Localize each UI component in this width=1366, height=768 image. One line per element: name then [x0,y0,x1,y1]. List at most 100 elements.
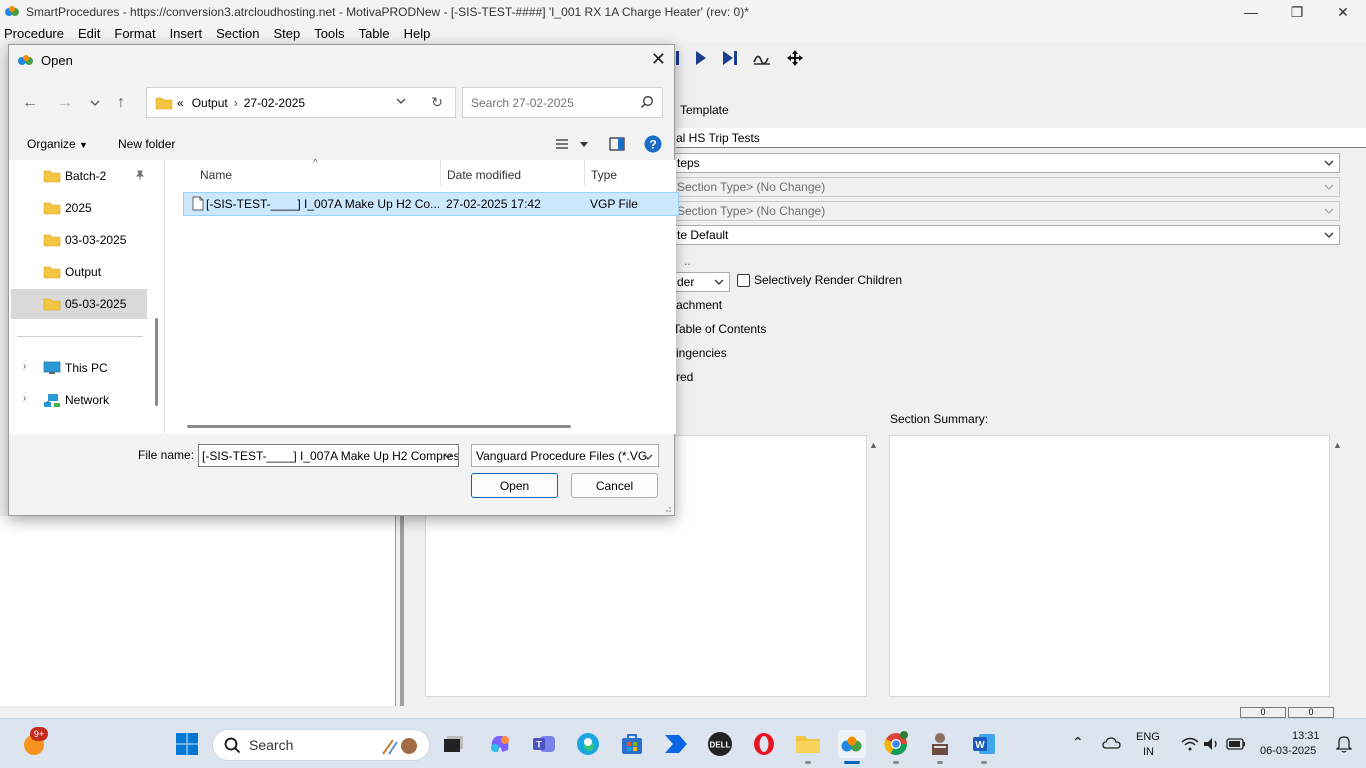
nav-item-2025[interactable]: 2025 [11,193,147,223]
menu-procedure[interactable]: Procedure [4,26,64,41]
column-header-date-modified[interactable]: Date modified [447,168,521,182]
notification-bell-icon[interactable] [1332,730,1356,758]
word-icon[interactable]: W [970,730,998,758]
file-row[interactable]: [-SIS-TEST-____] I_007A Make Up H2 Co...… [183,192,679,216]
menu-tools[interactable]: Tools [314,26,344,41]
render-combo[interactable]: der [672,272,730,292]
section-step-combo[interactable]: teps [672,153,1340,173]
maximize-button[interactable]: ❐ [1274,0,1320,24]
menu-section[interactable]: Section [216,26,259,41]
teams-icon[interactable]: T [530,730,558,758]
scroll-up-arrow-icon[interactable]: ▲ [1333,440,1342,450]
copilot-icon[interactable] [486,730,514,758]
section-title-field[interactable]: al HS Trip Tests [676,128,1366,148]
menu-insert[interactable]: Insert [170,26,203,41]
recent-locations-chevron-icon[interactable] [89,98,101,108]
file-list-pane[interactable]: ^ Name Date modified Type [-SIS-TEST-___… [164,158,679,434]
new-folder-button[interactable]: New folder [118,137,175,151]
ellipsis-button[interactable]: .. [684,254,691,268]
back-arrow-icon[interactable]: ← [22,94,38,112]
expand-chevron-icon[interactable]: › [23,393,26,404]
navigation-pane: Batch-2 2025 03-03-2025 Output 05-03-202… [9,160,164,434]
opera-icon[interactable] [750,730,778,758]
scroll-up-arrow-icon[interactable]: ▲ [869,440,878,450]
menu-table[interactable]: Table [359,26,390,41]
address-dropdown-chevron-icon[interactable] [395,95,407,107]
file-list-horizontal-scrollbar[interactable] [187,425,571,428]
procedure-tree-pane[interactable] [0,516,396,706]
expand-chevron-icon[interactable]: › [23,361,26,372]
selectively-render-checkbox[interactable] [737,274,750,287]
taskbar-search-box[interactable]: Search [212,729,430,761]
smartprocedures-taskbar-icon[interactable] [838,730,866,758]
organize-button[interactable]: Organize ▼ [27,137,88,151]
column-divider[interactable] [584,160,585,186]
template-default-combo[interactable]: te Default [672,225,1340,245]
file-name-input[interactable] [198,444,459,467]
chrome-icon[interactable] [882,730,910,758]
minimize-button[interactable]: — [1228,0,1274,24]
section-summary-pane[interactable] [889,435,1330,697]
open-button[interactable]: Open [471,473,558,498]
help-icon[interactable]: ? [644,135,662,153]
nav-item-batch-2[interactable]: Batch-2 [11,161,147,191]
nav-item-network[interactable]: › Network [11,385,147,415]
resize-grip-icon[interactable] [663,504,671,512]
cancel-button[interactable]: Cancel [571,473,658,498]
next-icon[interactable] [694,50,708,66]
up-arrow-icon[interactable]: ↑ [117,94,125,112]
move-icon[interactable] [786,49,804,67]
menu-step[interactable]: Step [273,26,300,41]
menu-format[interactable]: Format [114,26,155,41]
status-counter-2: 0 [1288,707,1334,718]
language-indicator-line2[interactable]: IN [1143,746,1154,758]
onedrive-sync-icon[interactable] [1098,730,1126,758]
clock-date[interactable]: 06-03-2025 [1260,745,1316,757]
nav-item-this-pc[interactable]: › This PC [11,353,147,383]
column-divider[interactable] [440,160,441,186]
search-input[interactable] [471,95,631,110]
task-view-icon[interactable] [440,730,468,758]
last-icon[interactable] [722,50,738,66]
nav-item-05-03-2025[interactable]: 05-03-2025 [11,289,147,319]
column-header-name[interactable]: Name [200,168,232,182]
edge-icon[interactable] [574,730,602,758]
close-window-button[interactable]: ✕ [1320,0,1366,24]
refresh-icon[interactable]: ↻ [431,94,443,111]
file-name-history-chevron-icon[interactable] [442,450,454,462]
search-box[interactable] [462,87,663,118]
section-subtype-combo: Section Type> (No Change) [672,201,1340,221]
power-automate-icon[interactable] [662,730,690,758]
section-summary-label: Section Summary: [890,412,989,426]
menu-edit[interactable]: Edit [78,26,100,41]
view-options-button[interactable] [555,137,589,154]
breadcrumb-output[interactable]: Output [192,96,228,110]
app-tray-icon[interactable] [926,730,954,758]
clock-time[interactable]: 13:31 [1292,730,1320,742]
column-header-type[interactable]: Type [591,168,617,182]
start-button[interactable] [173,730,201,758]
nav-item-output[interactable]: Output [11,257,147,287]
tray-overflow-chevron-icon[interactable]: ⌃ [1072,734,1084,751]
microsoft-store-icon[interactable] [618,730,646,758]
preview-pane-icon[interactable] [609,137,625,151]
pane-splitter[interactable] [400,516,404,706]
nav-pane-scrollbar[interactable] [155,318,158,406]
breadcrumb-current-folder[interactable]: 27-02-2025 [244,96,305,110]
file-type-filter-select[interactable]: Vanguard Procedure Files (*.VG [471,444,659,467]
forward-arrow-icon[interactable]: → [57,94,73,112]
folder-icon [43,298,61,311]
file-name-label: File name: [138,448,195,462]
file-explorer-icon[interactable] [794,730,822,758]
nav-item-03-03-2025[interactable]: 03-03-2025 [11,225,147,255]
language-indicator-line1[interactable]: ENG [1136,731,1160,743]
dell-icon[interactable]: DELL [706,730,734,758]
menu-help[interactable]: Help [404,26,431,41]
search-icon [224,737,241,754]
running-indicator [893,761,899,764]
address-bar[interactable]: « Output › 27-02-2025 ↻ [146,87,456,118]
signature-icon[interactable] [752,50,772,66]
dialog-close-icon[interactable]: ✕ [651,50,666,68]
address-overflow[interactable]: « [177,96,184,110]
battery-icon[interactable] [1222,730,1250,758]
